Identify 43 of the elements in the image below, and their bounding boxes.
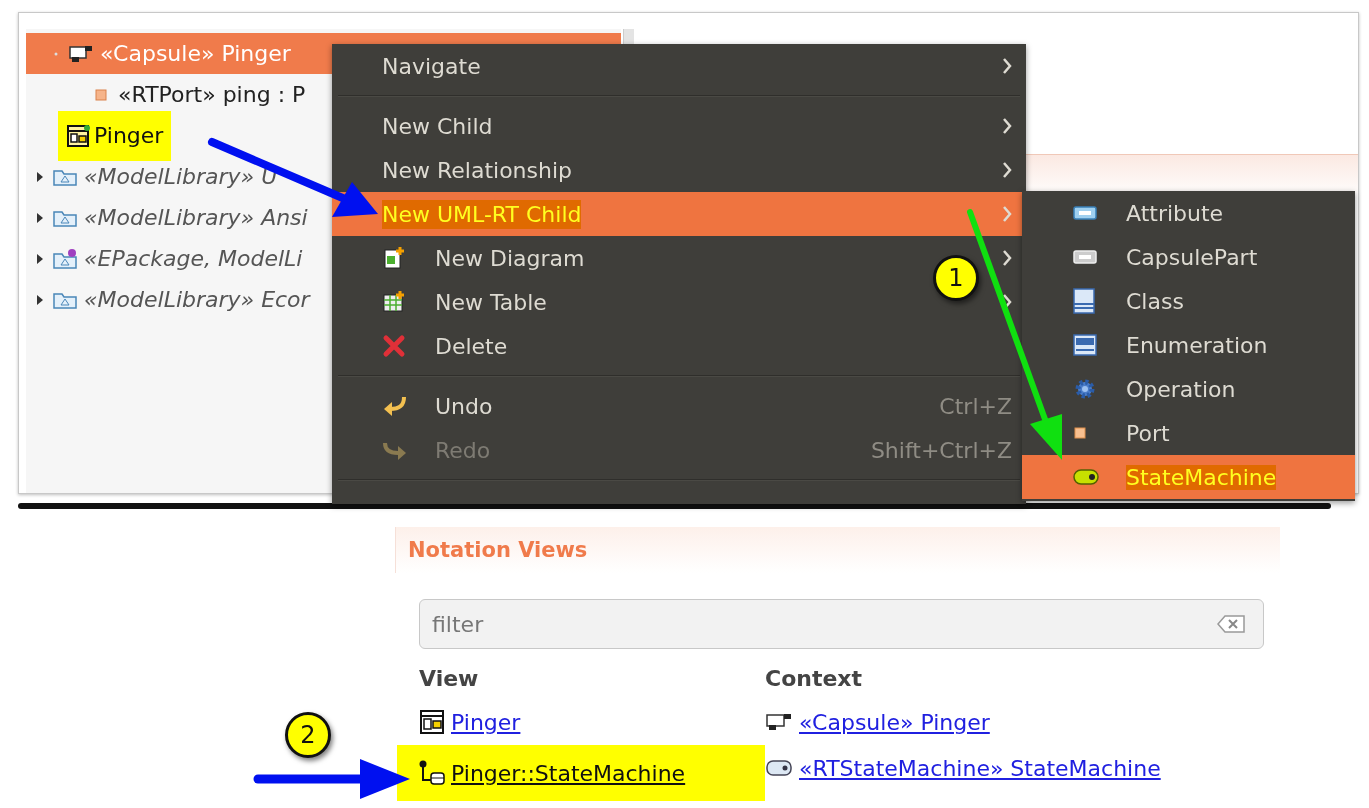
tree-item[interactable]: «ModelLibrary» Ecor — [26, 279, 310, 320]
view-link[interactable]: Pinger::StateMachine — [451, 760, 686, 786]
diagram-icon — [66, 123, 92, 148]
panel-title: Notation Views — [395, 527, 1280, 573]
menu-item[interactable]: CapsulePart — [1022, 235, 1355, 279]
diagram-icon — [419, 709, 445, 735]
delete-icon — [382, 334, 406, 358]
table-icon — [382, 290, 406, 314]
context-link[interactable]: «Capsule» Pinger — [799, 709, 990, 735]
class-icon — [1072, 287, 1096, 315]
state-machine-diagram-icon — [419, 760, 445, 786]
column-header: Context — [765, 664, 864, 693]
menu-item[interactable]: Undo — [382, 393, 493, 419]
tree-item[interactable]: «EPackage, ModelLi — [26, 238, 303, 279]
enumeration-icon — [1072, 333, 1098, 357]
shortcut-label: Shift+Ctrl+Z — [870, 437, 1012, 463]
view-link[interactable]: Pinger — [451, 709, 521, 735]
folder-icon — [52, 247, 78, 270]
menu-item[interactable]: New Diagram — [382, 245, 585, 271]
menu-item[interactable]: Enumeration — [1022, 323, 1355, 367]
attribute-icon — [1072, 204, 1098, 222]
tree-item[interactable]: «ModelLibrary» Ansi — [26, 197, 308, 238]
diagram-icon — [382, 246, 406, 270]
undo-icon — [382, 394, 408, 418]
state-machine-icon — [1072, 467, 1102, 487]
menu-item[interactable]: Class — [1022, 279, 1355, 323]
part-icon — [1072, 248, 1098, 266]
shortcut-label: Ctrl+Z — [939, 393, 1012, 419]
menu-item[interactable]: Operation — [1022, 367, 1355, 411]
menu-item[interactable]: New Child — [382, 113, 493, 139]
filter-field[interactable]: filter — [419, 599, 1264, 649]
menu-item[interactable]: Delete — [382, 333, 508, 359]
port-icon — [94, 87, 108, 102]
capsule-icon — [765, 711, 793, 733]
tree-item[interactable]: Pinger — [58, 110, 172, 161]
menu-item[interactable]: Port — [1022, 411, 1355, 455]
number-badge: 2 — [285, 712, 331, 758]
port-icon — [1072, 425, 1088, 441]
state-machine-icon — [765, 758, 793, 778]
menu-item[interactable]: New Relationship — [382, 157, 573, 183]
column-header: View — [419, 664, 480, 693]
context-link[interactable]: «RTStateMachine» StateMachine — [799, 755, 1161, 781]
menu-item[interactable]: New Table — [382, 289, 547, 315]
